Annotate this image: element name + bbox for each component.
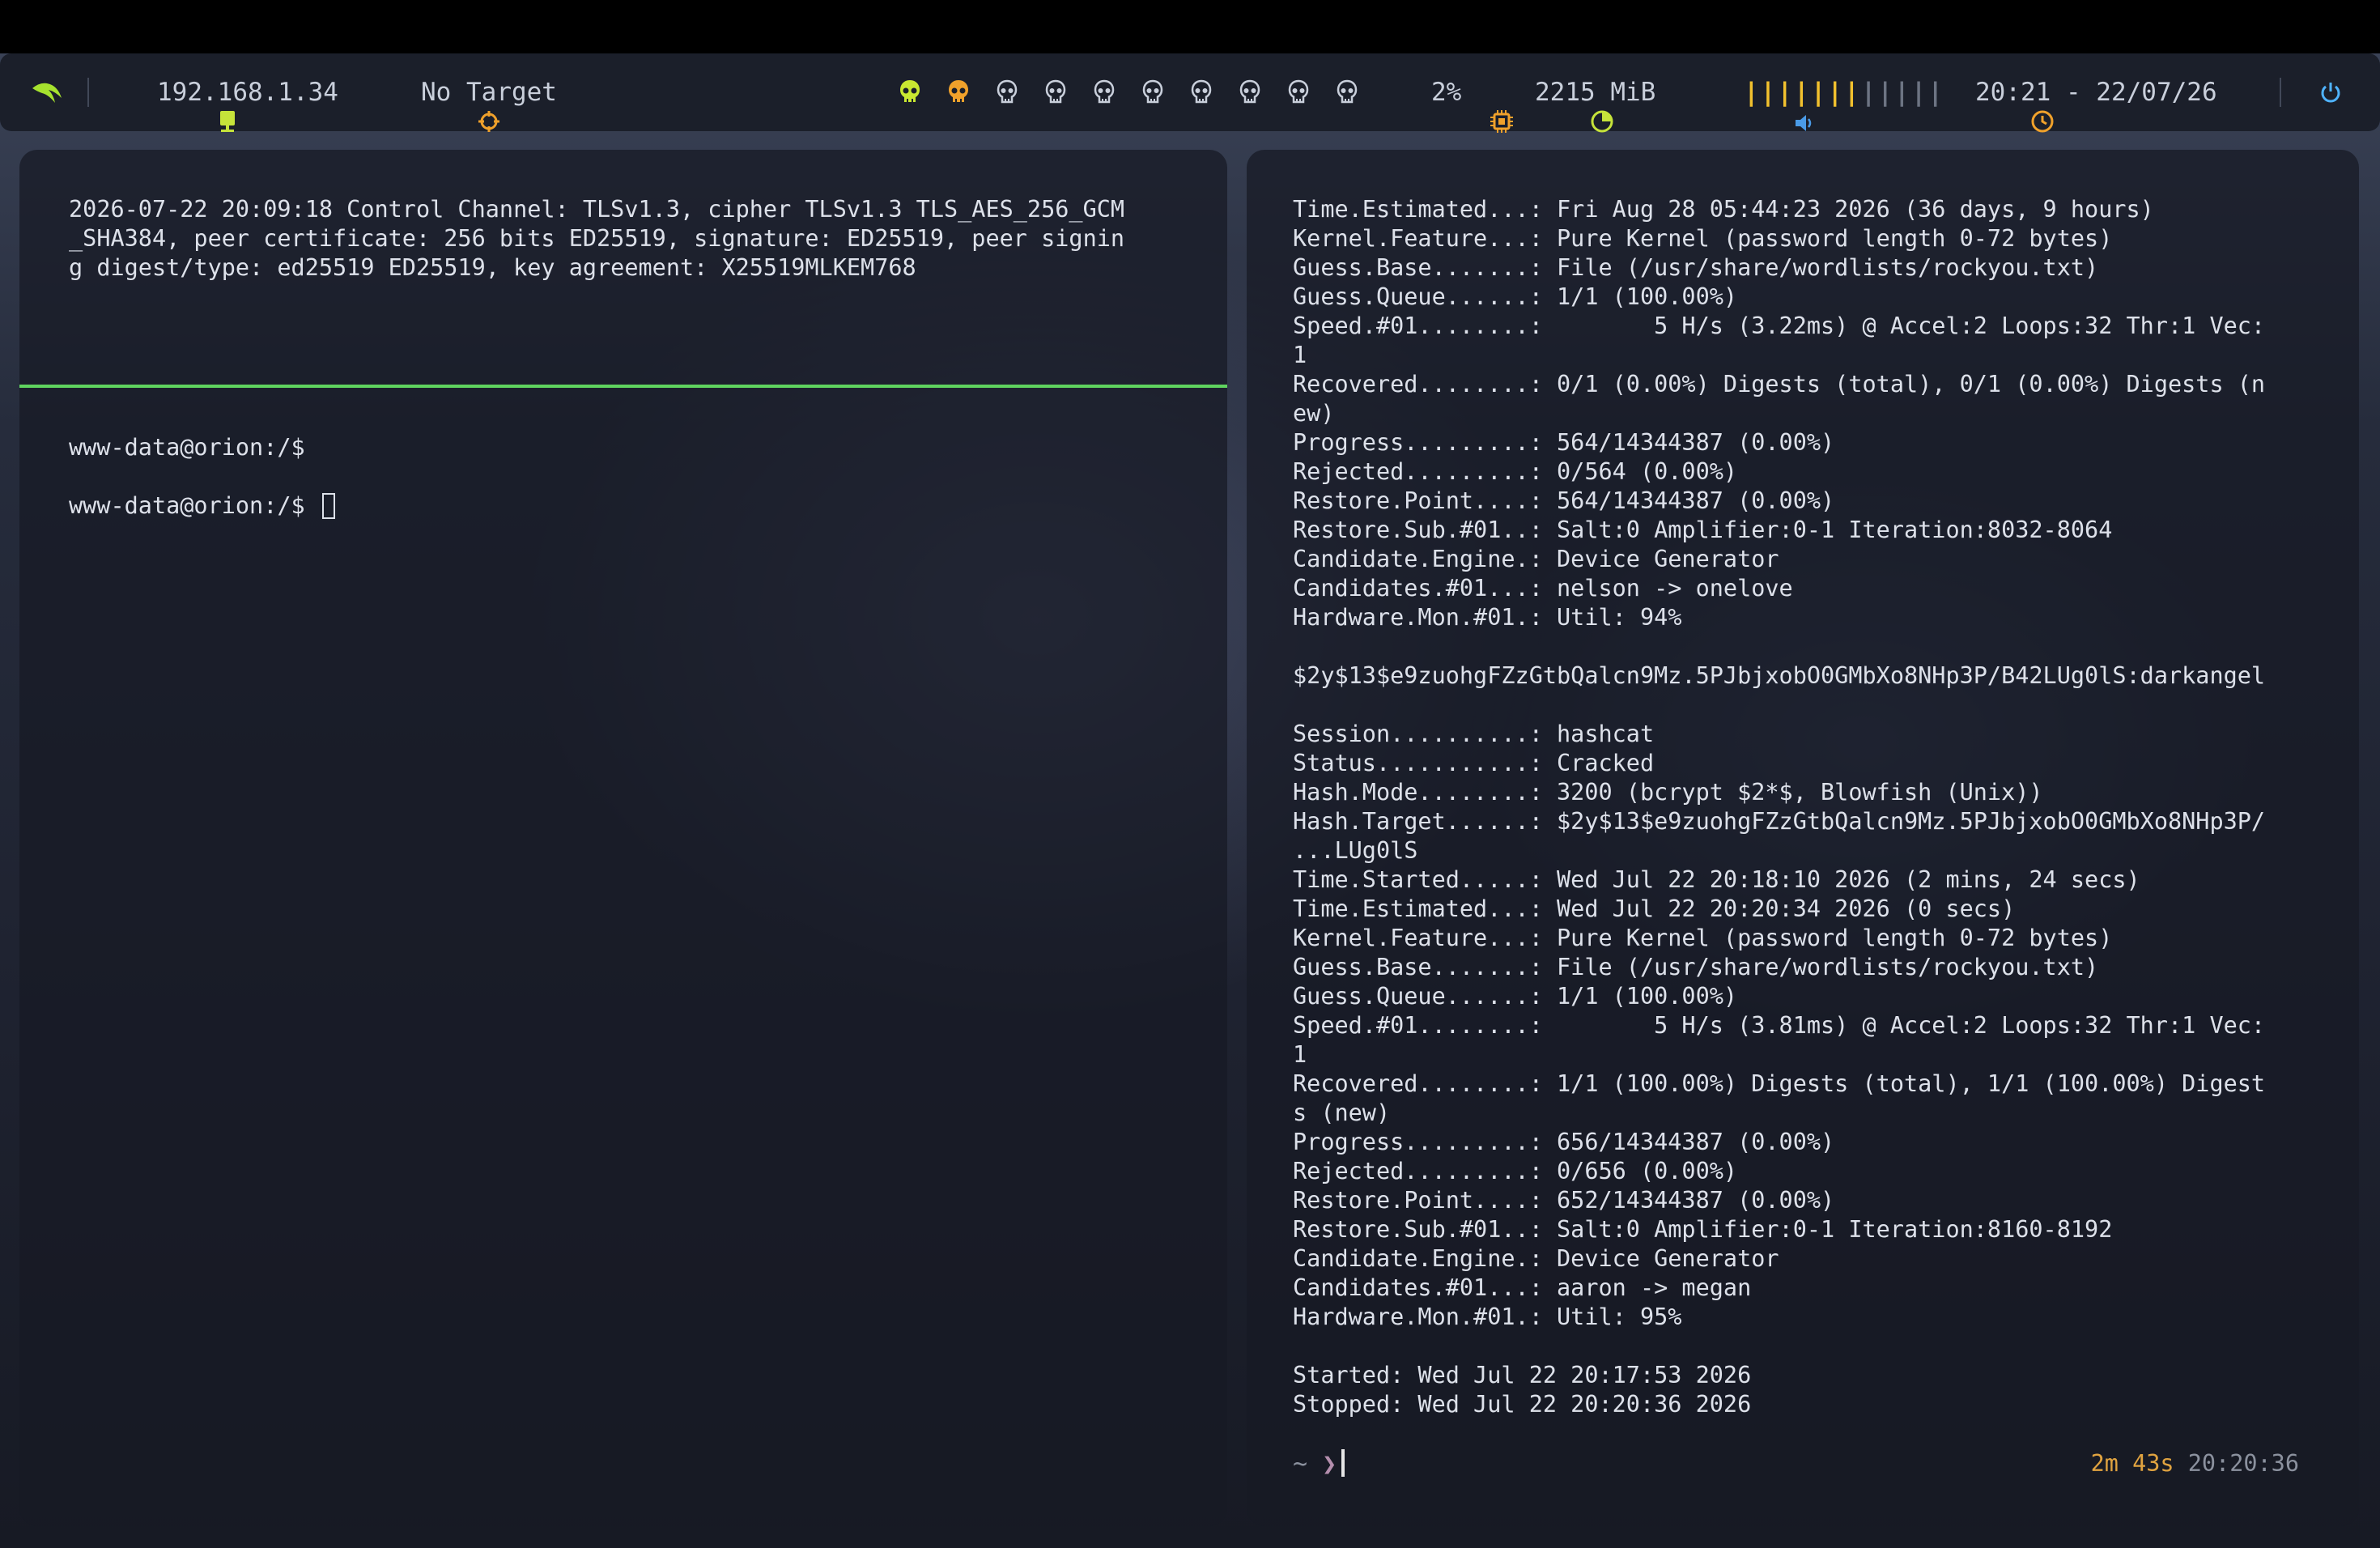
text-cursor <box>1341 1449 1345 1477</box>
ip-address: 192.168.1.34 <box>157 78 338 107</box>
volume-tick: | <box>1810 78 1828 107</box>
volume-tick: | <box>1794 78 1811 107</box>
terminal-log: 2026-07-22 20:09:18 Control Channel: TLS… <box>69 196 1125 281</box>
terminal-pane-right[interactable]: Time.Estimated...: Fri Aug 28 05:44:23 2… <box>1247 150 2359 1526</box>
cpu-widget[interactable]: 2% <box>1399 53 1513 133</box>
volume-tick: | <box>1910 78 1928 107</box>
volume-tick: | <box>1744 78 1761 107</box>
prompt-symbol: ❯ <box>1322 1450 1337 1478</box>
workspace-9-skull-icon[interactable] <box>1286 78 1311 107</box>
workspace-6-skull-icon[interactable] <box>1141 78 1165 107</box>
pane-divider <box>19 385 1227 388</box>
memory-usage: 2215 MiB <box>1535 78 1656 107</box>
cpu-chip-icon <box>1399 80 1513 133</box>
volume-widget[interactable]: |||||||||||| <box>1703 53 1944 131</box>
shell-prompt: www-data@orion:/$ <box>69 434 305 461</box>
command-duration: 2m 43s <box>2090 1450 2174 1477</box>
text-cursor <box>321 493 335 519</box>
dragon-logo-icon[interactable] <box>31 53 63 131</box>
terminal-pane-left[interactable]: 2026-07-22 20:09:18 Control Channel: TLS… <box>19 150 1227 1526</box>
cpu-usage: 2% <box>1431 78 1462 107</box>
zsh-prompt[interactable]: ~ ❯ <box>1293 1449 1345 1479</box>
workspace-2-skull-icon[interactable] <box>946 78 971 107</box>
right-prompt: 2m 43s 20:20:36 <box>2091 1449 2299 1478</box>
volume-tick: | <box>1860 78 1878 107</box>
network-monitor-icon <box>128 80 235 132</box>
ip-widget[interactable]: 192.168.1.34 <box>128 53 338 132</box>
status-bar: 192.168.1.34 No Target 2% 2215 MiB |||||… <box>0 53 2380 133</box>
workspace-3-skull-icon[interactable] <box>995 78 1019 107</box>
workspace-10-skull-icon[interactable] <box>1335 78 1359 107</box>
workspace-1-skull-icon[interactable] <box>898 78 922 107</box>
separator <box>87 78 89 107</box>
separator <box>2280 78 2281 107</box>
volume-tick: | <box>1777 78 1795 107</box>
workspace-8-skull-icon[interactable] <box>1238 78 1262 107</box>
memory-pie-icon <box>1499 80 1613 133</box>
shell-prompt-active[interactable]: www-data@orion:/$ <box>69 491 335 521</box>
workspace-5-skull-icon[interactable] <box>1092 78 1116 107</box>
volume-level-bar[interactable]: |||||||||||| <box>1744 78 1944 107</box>
hashcat-output: Time.Estimated...: Fri Aug 28 05:44:23 2… <box>1293 196 2266 1418</box>
volume-tick: | <box>1760 78 1778 107</box>
memory-widget[interactable]: 2215 MiB <box>1499 53 1656 133</box>
clock-icon <box>1940 80 2054 133</box>
volume-tick: | <box>1844 78 1861 107</box>
command-time: 20:20:36 <box>2187 1450 2299 1477</box>
clock-widget[interactable]: 20:21 - 22/07/26 <box>1940 53 2217 133</box>
crosshair-icon <box>387 81 499 132</box>
workspace-7-skull-icon[interactable] <box>1189 78 1213 107</box>
shell-prompt-text: www-data@orion:/$ <box>69 492 319 519</box>
workspace-4-skull-icon[interactable] <box>1043 78 1068 107</box>
volume-tick: | <box>1894 78 1911 107</box>
volume-tick: | <box>1827 78 1845 107</box>
speaker-icon <box>1703 82 1812 131</box>
target-label: No Target <box>421 78 557 107</box>
clock-label: 20:21 - 22/07/26 <box>1975 78 2217 107</box>
target-widget[interactable]: No Target <box>387 53 557 132</box>
volume-tick: | <box>1877 78 1895 107</box>
prompt-directory: ~ <box>1293 1450 1308 1478</box>
power-icon[interactable] <box>2318 53 2343 131</box>
